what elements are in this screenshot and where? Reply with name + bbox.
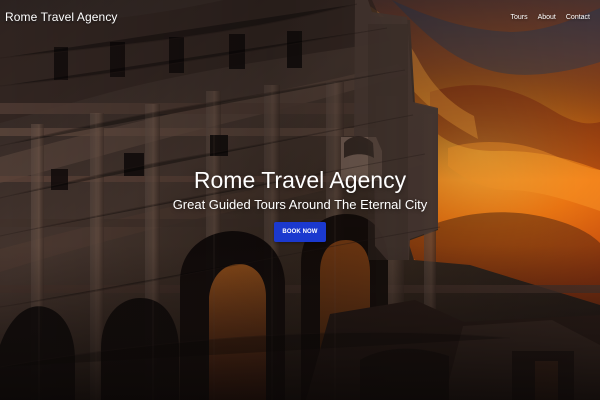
book-now-button[interactable]: BOOK NOW [274,221,326,242]
brand-link[interactable]: Rome Travel Agency [5,10,118,24]
top-navigation: Rome Travel Agency Tours About Contact [0,0,600,34]
hero-subtitle: Great Guided Tours Around The Eternal Ci… [172,197,428,213]
nav-link-about[interactable]: About [538,14,556,21]
hero-content: Rome Travel Agency Great Guided Tours Ar… [0,167,600,242]
nav-link-tours[interactable]: Tours [510,14,527,21]
nav-link-contact[interactable]: Contact [566,14,590,21]
hero-title: Rome Travel Agency [193,167,407,193]
hero-section: Rome Travel Agency Tours About Contact R… [0,0,600,400]
navigation-links: Tours About Contact [510,14,590,21]
